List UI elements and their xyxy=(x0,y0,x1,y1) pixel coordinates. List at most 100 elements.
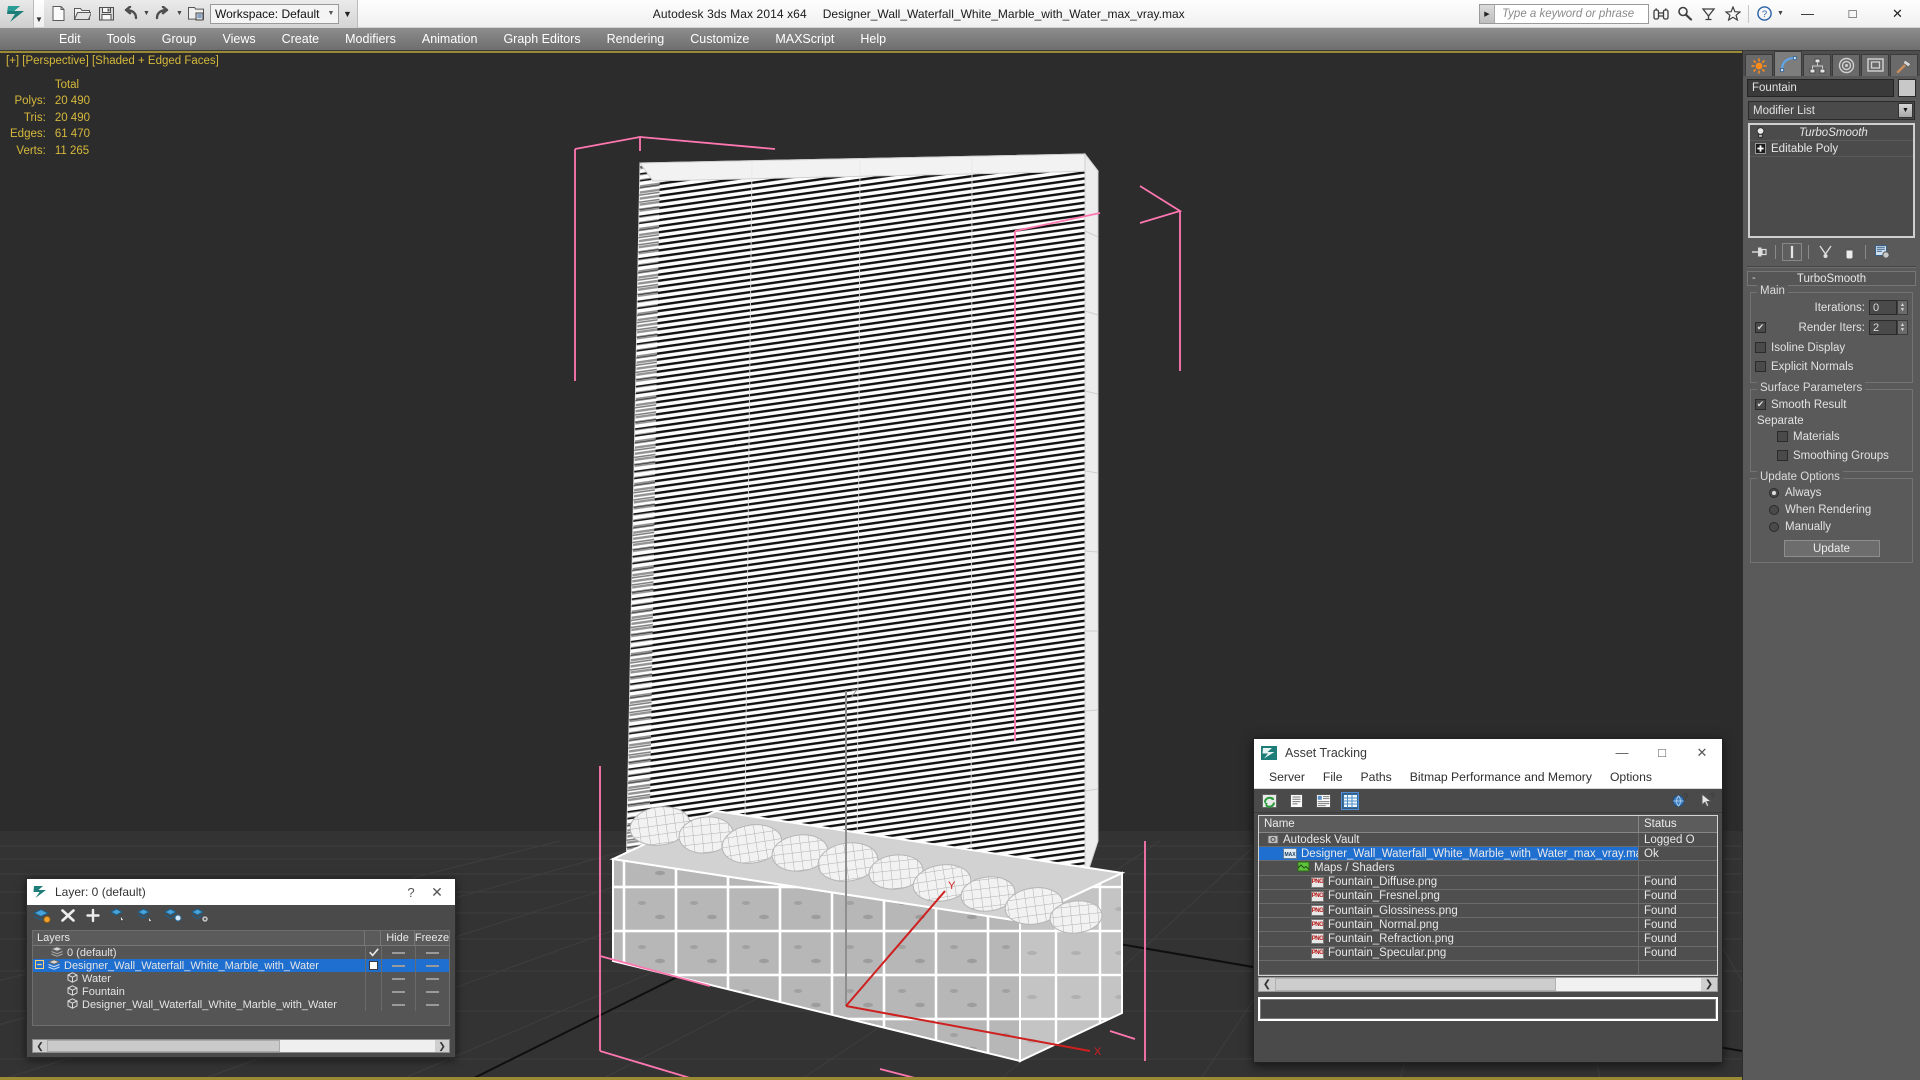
asset-row[interactable]: PNG Fountain_Diffuse.png Found xyxy=(1259,875,1717,890)
asset-row[interactable]: PNG Fountain_Refraction.png Found xyxy=(1259,932,1717,947)
layer-freeze-toggle[interactable] xyxy=(415,946,449,959)
asset-menu-bitmap-performance-and-memory[interactable]: Bitmap Performance and Memory xyxy=(1401,769,1601,785)
layer-dialog-help-button[interactable]: ? xyxy=(399,885,423,900)
asset-row[interactable]: PNG Fountain_Fresnel.png Found xyxy=(1259,889,1717,904)
turbosmooth-rollout-header[interactable]: - TurboSmooth xyxy=(1747,271,1916,286)
add-to-layer-button[interactable] xyxy=(85,908,101,928)
menu-maxscript[interactable]: MAXScript xyxy=(762,30,847,48)
radio-when-rendering[interactable] xyxy=(1769,505,1779,515)
help-globe-icon[interactable]: ? xyxy=(1671,792,1689,810)
smooth-result-checkbox[interactable]: ✔ xyxy=(1755,399,1766,410)
asset-menu-paths[interactable]: Paths xyxy=(1352,769,1401,785)
3dsmax-logo-icon[interactable] xyxy=(0,0,34,28)
asset-menu-file[interactable]: File xyxy=(1314,769,1352,785)
expander-collapse-icon[interactable] xyxy=(35,959,44,972)
asset-row[interactable]: PNG Fountain_Glossiness.png Found xyxy=(1259,903,1717,919)
materials-checkbox[interactable] xyxy=(1777,431,1788,442)
help-icon[interactable]: ? xyxy=(1752,0,1776,28)
layer-active-check[interactable] xyxy=(365,946,381,959)
asset-row[interactable]: Autodesk Vault Logged O xyxy=(1259,833,1717,848)
layer-active-check[interactable] xyxy=(365,985,381,998)
layer-dialog[interactable]: Layer: 0 (default) ? ✕ Layers Hide Freez… xyxy=(26,878,456,1058)
logo-dropdown-caret-icon[interactable]: ▼ xyxy=(34,0,44,28)
workspace-overflow-icon[interactable]: ▼ xyxy=(339,2,355,26)
redo-caret-icon[interactable]: ▼ xyxy=(175,2,184,26)
tab-utilities[interactable] xyxy=(1890,54,1918,76)
scroll-right-icon[interactable]: ❯ xyxy=(1701,979,1717,990)
layer-row-object[interactable]: Designer_Wall_Waterfall_White_Marble_wit… xyxy=(33,997,449,1011)
viewport-label[interactable]: [+] [Perspective] [Shaded + Edged Faces] xyxy=(6,55,219,67)
search-dropdown-icon[interactable]: ▶ xyxy=(1480,4,1495,23)
new-file-icon[interactable] xyxy=(46,2,70,26)
stack-item-editable-poly[interactable]: Editable Poly xyxy=(1750,141,1913,157)
column-layers[interactable]: Layers xyxy=(33,931,365,945)
scrollbar-thumb[interactable] xyxy=(47,1040,280,1052)
select-highlighted-layer-button[interactable] xyxy=(136,907,155,928)
smoothing-groups-row[interactable]: Smoothing Groups xyxy=(1755,447,1908,464)
menu-tools[interactable]: Tools xyxy=(94,30,149,48)
asset-minimize-button[interactable]: — xyxy=(1602,739,1642,766)
isoline-display-row[interactable]: Isoline Display xyxy=(1755,339,1908,356)
window-close-button[interactable]: ✕ xyxy=(1875,0,1920,28)
binoculars-icon[interactable] xyxy=(1649,0,1673,28)
render-iters-stepper[interactable]: 2 ▲ ▼ xyxy=(1869,320,1908,335)
layer-freeze-toggle[interactable] xyxy=(415,972,449,985)
layer-hide-toggle[interactable] xyxy=(381,959,415,972)
scrollbar-thumb[interactable] xyxy=(1275,977,1557,991)
asset-row-selected[interactable]: MAX Designer_Wall_Waterfall_White_Marble… xyxy=(1259,847,1717,862)
asset-menu-options[interactable]: Options xyxy=(1601,769,1661,785)
radio-always[interactable] xyxy=(1769,488,1779,498)
spinner-arrows-icon[interactable]: ▲ ▼ xyxy=(1897,300,1908,315)
layer-freeze-toggle[interactable] xyxy=(415,985,449,998)
tab-create[interactable] xyxy=(1745,54,1773,76)
menu-graph-editors[interactable]: Graph Editors xyxy=(490,30,593,48)
tab-modify[interactable] xyxy=(1774,51,1802,76)
satellite-dish-icon[interactable] xyxy=(1697,0,1721,28)
layer-hide-toggle[interactable] xyxy=(381,972,415,985)
tab-display[interactable] xyxy=(1861,54,1889,76)
menu-rendering[interactable]: Rendering xyxy=(594,30,678,48)
magnifier-icon[interactable] xyxy=(1673,0,1697,28)
tab-hierarchy[interactable] xyxy=(1803,54,1831,76)
search-input[interactable]: ▶ Type a keyword or phrase xyxy=(1479,3,1649,24)
explicit-normals-checkbox[interactable] xyxy=(1755,361,1766,372)
delete-layer-button[interactable] xyxy=(60,908,76,928)
menu-create[interactable]: Create xyxy=(269,30,333,48)
scrollbar-track[interactable] xyxy=(1275,977,1701,991)
column-status[interactable]: Status xyxy=(1639,816,1717,832)
layer-list[interactable]: Layers Hide Freeze 0 (default) Designer_… xyxy=(32,930,450,1026)
list-view-icon[interactable] xyxy=(1287,792,1305,810)
materials-row[interactable]: Materials xyxy=(1755,428,1908,445)
highlight-selected-objects-layer-button[interactable] xyxy=(163,907,182,928)
undo-icon[interactable] xyxy=(118,2,142,26)
layer-row-object[interactable]: Water xyxy=(33,971,449,985)
asset-close-button[interactable]: ✕ xyxy=(1682,739,1722,766)
smooth-result-row[interactable]: ✔ Smooth Result xyxy=(1755,396,1908,413)
layer-dialog-close-button[interactable]: ✕ xyxy=(423,884,451,901)
modifier-list-dropdown[interactable]: Modifier List ▼ xyxy=(1748,101,1915,120)
iterations-value[interactable]: 0 xyxy=(1869,300,1897,315)
asset-maximize-button[interactable]: □ xyxy=(1642,739,1682,766)
open-file-icon[interactable] xyxy=(70,2,94,26)
menu-help[interactable]: Help xyxy=(847,30,899,48)
select-objects-in-layer-button[interactable] xyxy=(109,907,128,928)
menu-group[interactable]: Group xyxy=(149,30,210,48)
render-iters-value[interactable]: 2 xyxy=(1869,320,1897,335)
asset-tracking-dialog[interactable]: Asset Tracking — □ ✕ Server File Paths B… xyxy=(1253,738,1723,1063)
column-freeze[interactable]: Freeze xyxy=(415,931,449,945)
save-file-icon[interactable] xyxy=(94,2,118,26)
asset-row[interactable]: PNG Fountain_Specular.png Found xyxy=(1259,946,1717,961)
menu-edit[interactable]: Edit xyxy=(46,30,94,48)
collapse-icon[interactable]: - xyxy=(1752,273,1756,284)
spinner-arrows-icon[interactable]: ▲ ▼ xyxy=(1897,320,1908,335)
layer-row-selected[interactable]: Designer_Wall_Waterfall_White_Marble_wit… xyxy=(33,958,449,972)
column-hide[interactable]: Hide xyxy=(381,931,415,945)
pin-stack-button[interactable] xyxy=(1749,243,1769,261)
remove-modifier-button[interactable] xyxy=(1839,243,1859,261)
layer-row-default[interactable]: 0 (default) xyxy=(33,945,449,959)
redo-icon[interactable] xyxy=(151,2,175,26)
layer-hide-toggle[interactable] xyxy=(381,946,415,959)
tab-motion[interactable] xyxy=(1832,54,1860,76)
asset-list-horizontal-scrollbar[interactable]: ❮ ❯ xyxy=(1258,976,1718,992)
window-maximize-button[interactable]: □ xyxy=(1830,0,1875,28)
